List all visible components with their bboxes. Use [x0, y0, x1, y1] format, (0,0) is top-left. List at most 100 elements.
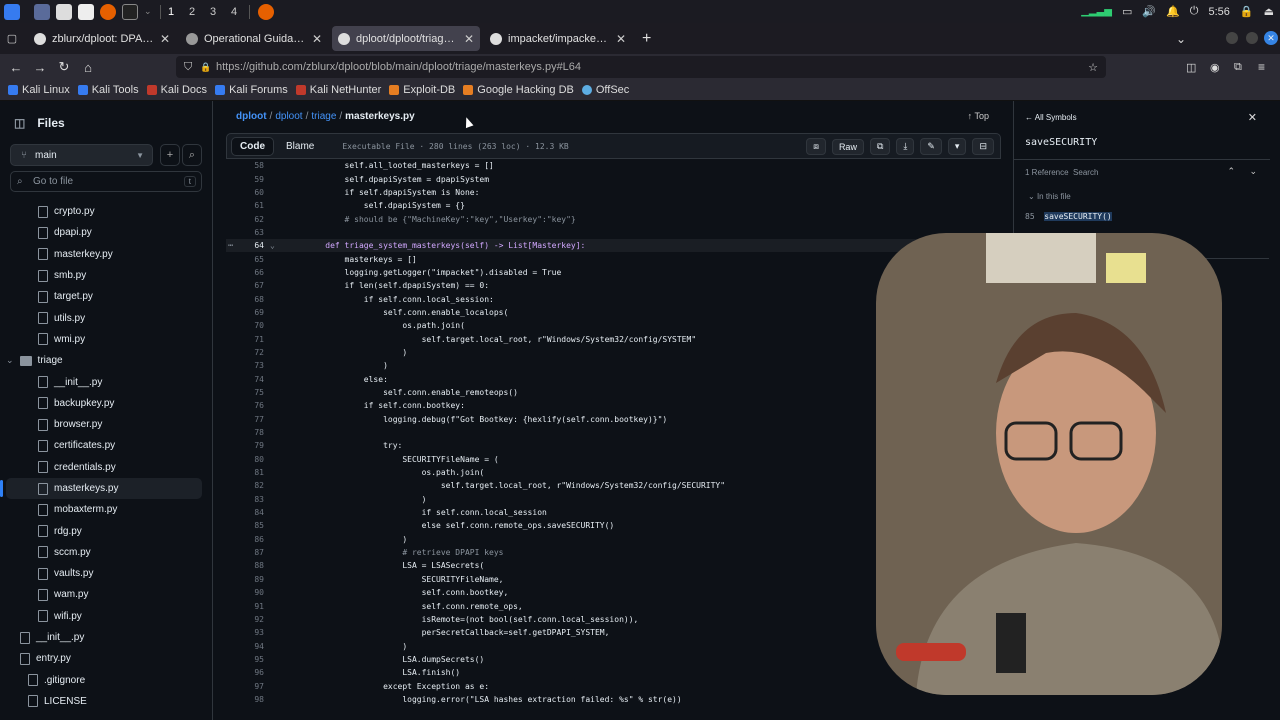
- account-icon[interactable]: ◉: [1210, 61, 1220, 74]
- power-icon[interactable]: ⏻: [1190, 5, 1199, 18]
- line-number[interactable]: 97: [226, 682, 264, 691]
- line-number[interactable]: 78: [226, 428, 264, 437]
- bookmark-star-icon[interactable]: ☆: [1088, 61, 1098, 74]
- code-line[interactable]: 61 self.dpapiSystem = {}: [226, 199, 1001, 212]
- close-icon[interactable]: ✕: [1248, 111, 1257, 124]
- tab-dploot-repo[interactable]: zblurx/dploot: DPAPI loot✕: [28, 26, 176, 51]
- bookmark-google-hacking-db[interactable]: Google Hacking DB: [463, 84, 574, 96]
- file-tree-file[interactable]: __init__.py: [0, 371, 212, 392]
- line-number[interactable]: 86: [226, 535, 264, 544]
- new-tab-button[interactable]: +: [642, 30, 651, 48]
- code-line[interactable]: 98 logging.error("LSA hashes extraction …: [226, 693, 1001, 706]
- minimize-button[interactable]: [1226, 32, 1238, 44]
- terminal-icon[interactable]: [122, 3, 138, 20]
- line-number[interactable]: 70: [226, 321, 264, 330]
- add-file-button[interactable]: +: [160, 144, 180, 166]
- bookmark-offsec[interactable]: OffSec: [581, 84, 629, 96]
- file-tree-file[interactable]: mobaxterm.py: [0, 499, 212, 520]
- line-number[interactable]: 87: [226, 548, 264, 557]
- file-tree-file[interactable]: masterkeys.py: [0, 477, 202, 500]
- all-symbols-link[interactable]: ← All Symbols: [1025, 113, 1077, 122]
- firefox-window-icon[interactable]: [257, 3, 274, 20]
- maximize-button[interactable]: [1246, 32, 1258, 44]
- symbols-panel-icon[interactable]: ⊟: [972, 138, 994, 155]
- line-number[interactable]: 94: [226, 642, 264, 651]
- line-number[interactable]: 89: [226, 575, 264, 584]
- text-editor-icon[interactable]: [78, 3, 94, 20]
- fold-chevron-icon[interactable]: ⌄: [270, 241, 275, 250]
- workspace-4[interactable]: 4: [224, 6, 245, 18]
- back-button[interactable]: ←: [4, 60, 28, 75]
- tab-masterkeys[interactable]: dploot/dploot/triage/ma ✕: [332, 26, 480, 51]
- tab-list-icon[interactable]: ⌄: [1176, 32, 1186, 46]
- logout-icon[interactable]: ⏏: [1264, 5, 1274, 18]
- file-tree-file[interactable]: credentials.py: [0, 457, 212, 478]
- close-icon[interactable]: ✕: [312, 32, 322, 46]
- display-icon[interactable]: ▭: [1122, 5, 1132, 18]
- lock-icon[interactable]: 🔒: [1240, 5, 1254, 18]
- line-number[interactable]: 81: [226, 468, 264, 477]
- raw-button[interactable]: Raw: [831, 138, 864, 155]
- line-number[interactable]: 71: [226, 335, 264, 344]
- tab-operational-guidance[interactable]: Operational Guidance for✕: [180, 26, 328, 51]
- home-button[interactable]: ⌂: [76, 60, 100, 75]
- close-icon[interactable]: ✕: [616, 32, 626, 46]
- code-line[interactable]: 62 # should be {"MachineKey":"key","User…: [226, 212, 1001, 225]
- top-button[interactable]: ↑ Top: [968, 111, 989, 121]
- line-number[interactable]: 68: [226, 295, 264, 304]
- file-tree-file[interactable]: utils.py: [0, 307, 212, 328]
- kali-menu-icon[interactable]: [4, 3, 20, 20]
- chevron-down-icon[interactable]: ▾: [947, 138, 967, 155]
- copy-icon[interactable]: ⧉: [869, 138, 891, 155]
- file-tree-file[interactable]: .gitignore: [0, 670, 212, 691]
- file-tree-file[interactable]: wmi.py: [0, 329, 212, 350]
- line-number[interactable]: 95: [226, 655, 264, 664]
- file-tree-file[interactable]: backupkey.py: [0, 393, 212, 414]
- file-tree-file[interactable]: dpapi.py: [0, 222, 212, 243]
- bookmark-kali-forums[interactable]: Kali Forums: [215, 84, 288, 96]
- line-number[interactable]: 76: [226, 401, 264, 410]
- file-tree-file[interactable]: masterkey.py: [0, 244, 212, 265]
- file-tree-file[interactable]: LICENSE: [0, 691, 212, 712]
- search-button[interactable]: ⌕: [182, 144, 202, 166]
- files-icon[interactable]: [56, 3, 72, 20]
- forward-button[interactable]: →: [28, 60, 52, 75]
- code-line[interactable]: 60 if self.dpapiSystem is None:: [226, 186, 1001, 199]
- line-number[interactable]: 74: [226, 375, 264, 384]
- references-search-link[interactable]: Search: [1073, 168, 1098, 177]
- chevron-up-icon[interactable]: ⌃: [1227, 166, 1235, 177]
- in-this-file-toggle[interactable]: ⌄ In this file: [1028, 192, 1071, 201]
- close-window-button[interactable]: ✕: [1264, 31, 1278, 45]
- tab-code[interactable]: Code: [231, 136, 274, 156]
- line-number[interactable]: 84: [226, 508, 264, 517]
- volume-icon[interactable]: 🔊: [1142, 5, 1156, 18]
- bookmark-exploit-db[interactable]: Exploit-DB: [389, 84, 455, 96]
- line-number[interactable]: 92: [226, 615, 264, 624]
- firefox-icon[interactable]: [100, 3, 116, 20]
- line-number[interactable]: 91: [226, 602, 264, 611]
- file-tree-file[interactable]: certificates.py: [0, 435, 212, 456]
- shield-icon[interactable]: ⛉: [184, 61, 192, 74]
- chevron-down-icon[interactable]: ⌄: [144, 6, 152, 17]
- line-number[interactable]: 83: [226, 495, 264, 504]
- line-number[interactable]: 85: [226, 521, 264, 530]
- close-icon[interactable]: ✕: [464, 32, 474, 46]
- line-number[interactable]: 90: [226, 588, 264, 597]
- workspace-2[interactable]: 2: [182, 6, 203, 18]
- line-number[interactable]: 62: [226, 215, 264, 224]
- file-tree-folder[interactable]: ⌄ triage: [0, 350, 212, 371]
- desktop-icon[interactable]: [34, 3, 50, 20]
- file-tree-file[interactable]: __init__.py: [0, 627, 212, 648]
- menu-icon[interactable]: ≡: [1258, 60, 1265, 74]
- reference-item[interactable]: 85 saveSECURITY(): [1025, 212, 1112, 221]
- code-line[interactable]: 59 self.dpapiSystem = dpapiSystem: [226, 172, 1001, 185]
- download-icon[interactable]: ⤓: [896, 138, 915, 155]
- code-line[interactable]: 96 LSA.finish(): [226, 666, 1001, 679]
- line-number[interactable]: 60: [226, 188, 264, 197]
- reload-button[interactable]: ↻: [52, 59, 76, 75]
- breadcrumb-dploot[interactable]: dploot: [275, 111, 302, 122]
- bookmark-kali-linux[interactable]: Kali Linux: [8, 84, 70, 96]
- code-line[interactable]: 97 except Exception as e:: [226, 679, 1001, 692]
- bookmark-kali-nethunter[interactable]: Kali NetHunter: [295, 84, 381, 96]
- line-number[interactable]: 72: [226, 348, 264, 357]
